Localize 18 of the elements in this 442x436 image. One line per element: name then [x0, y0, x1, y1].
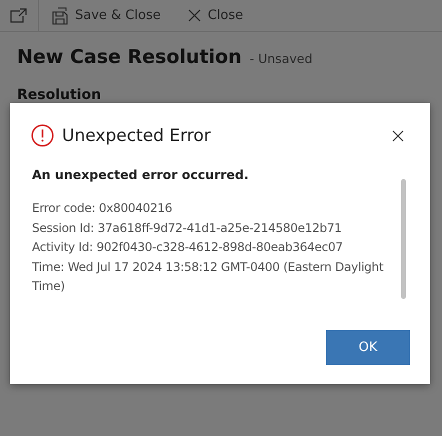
pop-out-icon: [10, 8, 28, 24]
error-detail: Time: Wed Jul 17 2024 13:58:12 GMT-0400 (Eastern Daylight Time): [32, 258, 384, 295]
save-icon: [52, 6, 68, 24]
toolbar-button[interactable]: Close: [174, 0, 258, 31]
form-title: New Case Resolution: [17, 46, 242, 68]
save-status: - Unsaved: [250, 51, 312, 66]
ok-button[interactable]: OK: [326, 330, 410, 365]
error-message: An unexpected error occurred.: [32, 167, 250, 182]
close-icon: [392, 130, 404, 142]
scrollbar[interactable]: [401, 179, 406, 299]
error-icon: [31, 124, 54, 147]
section-heading: Resolution: [17, 87, 102, 103]
toolbar-button[interactable]: Save & Close: [39, 0, 175, 31]
close-icon: [188, 9, 201, 22]
error-detail: Session Id: 37a618ff-9d72-41d1-a25e-214580e12b71: [32, 220, 343, 236]
error-detail: Error code: 0x80040216: [32, 200, 174, 217]
dialog-title: Unexpected Error: [62, 126, 212, 146]
error-detail: Activity Id: 902f0430-c328-4612-898d-80eab364ec07: [32, 239, 344, 256]
